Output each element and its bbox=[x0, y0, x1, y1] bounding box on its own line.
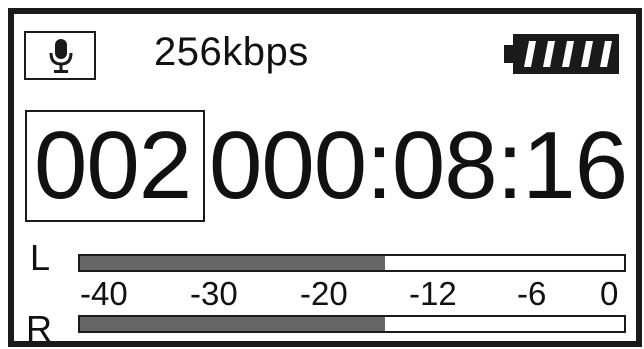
left-level-fill bbox=[80, 256, 385, 270]
right-level-fill bbox=[80, 317, 385, 331]
scale-tick-minus40: -40 bbox=[80, 275, 128, 312]
left-level-meter bbox=[78, 254, 626, 272]
scale-tick-0: 0 bbox=[600, 275, 619, 312]
scale-tick-minus12: -12 bbox=[409, 275, 457, 312]
right-level-meter bbox=[78, 315, 626, 333]
bitrate-label: 256kbps bbox=[154, 30, 309, 74]
scale-tick-minus30: -30 bbox=[190, 275, 238, 312]
microphone-icon bbox=[49, 39, 73, 73]
elapsed-time: 000:08:16 bbox=[209, 112, 628, 219]
recorder-display: 256kbps 002 000:08:16 L -40 -30 -20 -12 … bbox=[8, 8, 642, 347]
battery-icon bbox=[504, 34, 619, 74]
input-source-indicator bbox=[24, 31, 96, 80]
right-channel-label: R bbox=[26, 308, 52, 349]
scale-tick-minus20: -20 bbox=[300, 275, 348, 312]
track-number: 002 bbox=[34, 112, 192, 219]
scale-tick-minus6: -6 bbox=[517, 275, 547, 312]
left-channel-label: L bbox=[30, 237, 51, 278]
